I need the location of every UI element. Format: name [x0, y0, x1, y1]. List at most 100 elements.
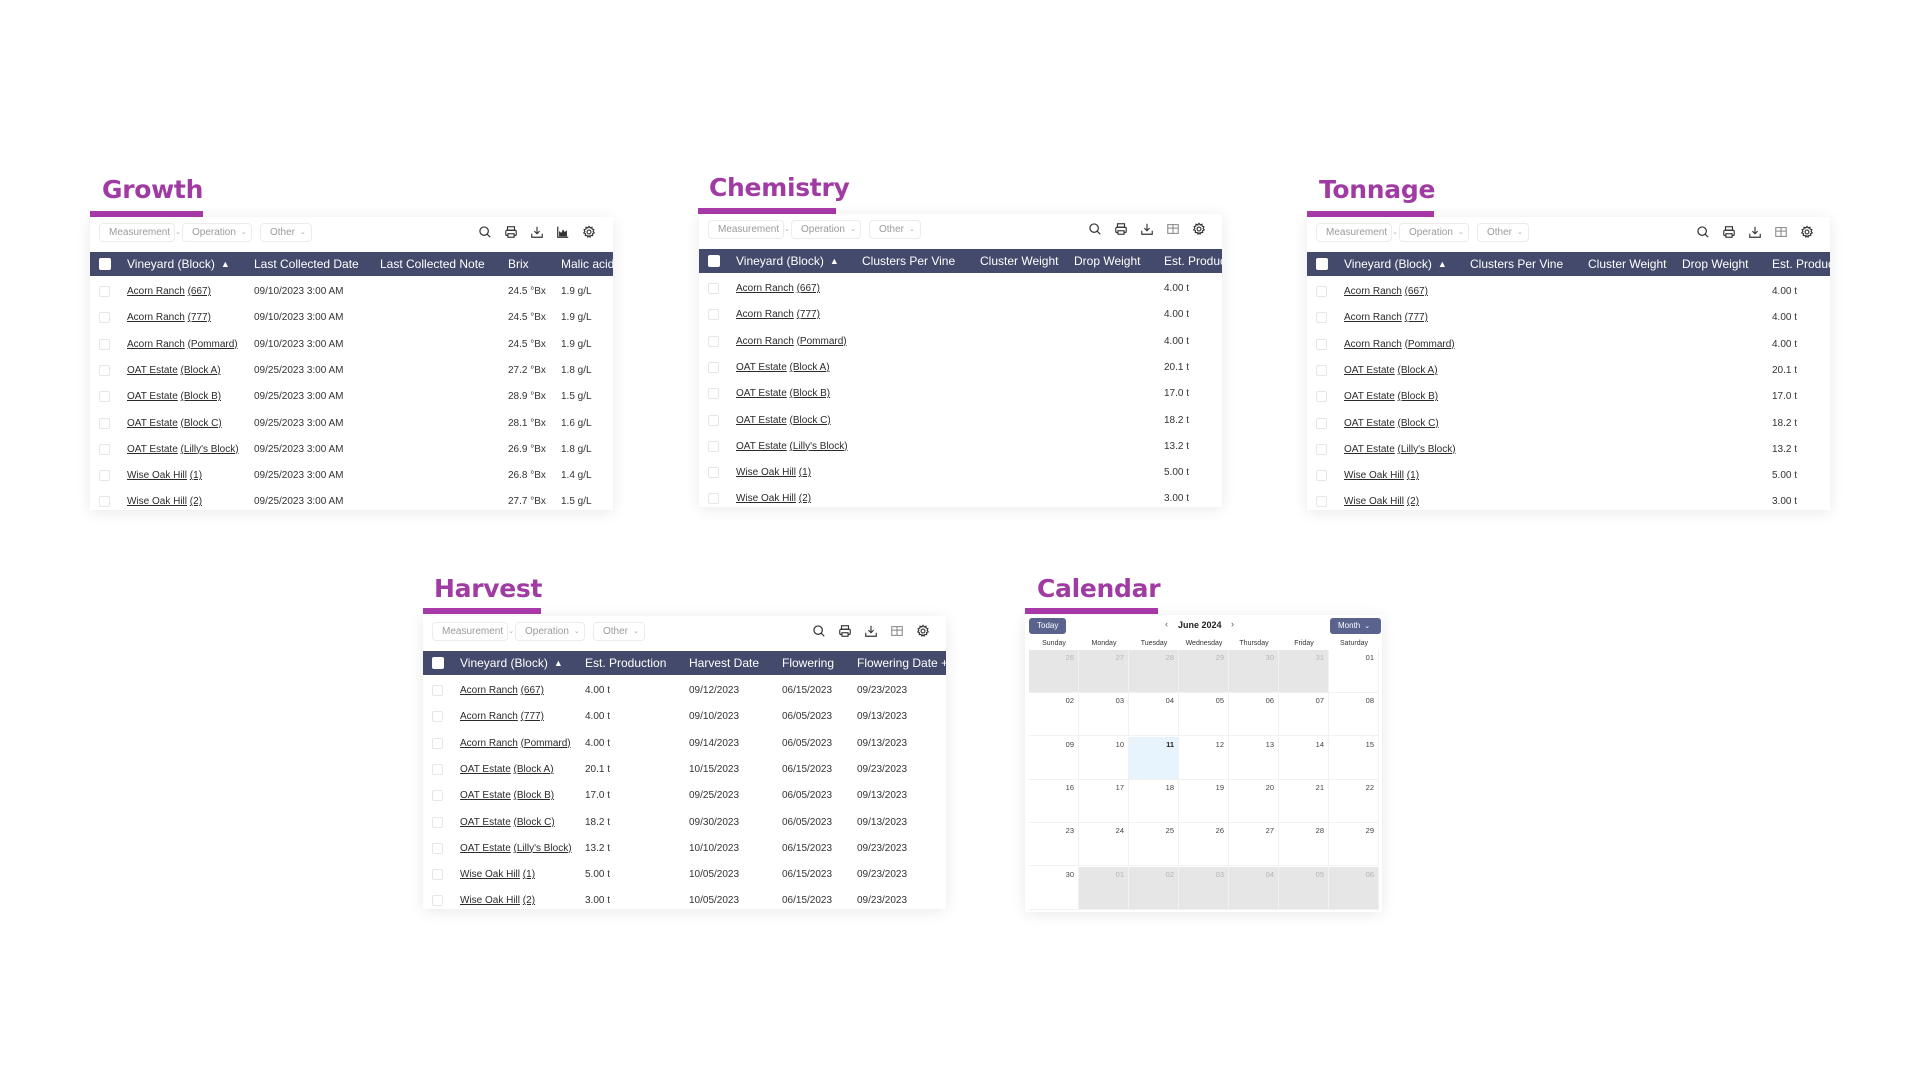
columns-icon[interactable]	[889, 623, 904, 638]
calendar-day-cell[interactable]: 02	[1129, 866, 1179, 910]
row-checkbox[interactable]	[1316, 417, 1327, 429]
row-checkbox[interactable]	[1316, 364, 1327, 376]
row-checkbox[interactable]	[99, 338, 110, 350]
vineyard-link[interactable]: Acorn Ranch	[460, 685, 518, 696]
calendar-day-cell[interactable]: 30	[1029, 866, 1079, 910]
view-mode-dropdown[interactable]: Month ⌄	[1330, 618, 1381, 634]
row-checkbox[interactable]	[99, 417, 110, 429]
calendar-day-cell[interactable]: 03	[1179, 866, 1229, 910]
block-link[interactable]: (1)	[190, 470, 202, 481]
vineyard-link[interactable]: Acorn Ranch	[736, 309, 794, 320]
search-icon[interactable]	[1087, 221, 1102, 236]
column-header-clusters-per-vine[interactable]: Clusters Per Vine	[862, 254, 955, 268]
today-button[interactable]: Today	[1029, 618, 1067, 634]
calendar-day-cell[interactable]: 06	[1329, 866, 1379, 910]
column-header-vineyard-block[interactable]: Vineyard (Block) ▲	[736, 254, 839, 268]
block-link[interactable]: (Lilly's Block)	[181, 444, 239, 455]
gear-icon[interactable]	[1191, 221, 1206, 236]
filter-operation-dropdown[interactable]: Operation ⌄	[791, 220, 861, 239]
vineyard-link[interactable]: OAT Estate	[460, 843, 511, 854]
vineyard-link[interactable]: OAT Estate	[127, 418, 178, 429]
search-icon[interactable]	[811, 623, 826, 638]
row-checkbox[interactable]	[432, 842, 443, 854]
block-link[interactable]: (Lilly's Block)	[1398, 444, 1456, 455]
block-link[interactable]: (667)	[188, 286, 211, 297]
gear-icon[interactable]	[915, 623, 930, 638]
column-header-flowering-date[interactable]: Flowering Date +	[857, 656, 946, 670]
calendar-day-cell[interactable]: 19	[1179, 779, 1229, 823]
block-link[interactable]: (Block A)	[790, 362, 830, 373]
calendar-day-cell[interactable]: 20	[1229, 779, 1279, 823]
vineyard-link[interactable]: OAT Estate	[1344, 365, 1395, 376]
vineyard-link[interactable]: Acorn Ranch	[1344, 339, 1402, 350]
column-header-est-production[interactable]: Est. Production	[585, 656, 666, 670]
row-checkbox[interactable]	[99, 391, 110, 403]
block-link[interactable]: (Pommard)	[521, 738, 571, 749]
calendar-day-cell[interactable]: 28	[1279, 823, 1329, 867]
row-checkbox[interactable]	[708, 440, 719, 452]
select-all-checkbox[interactable]	[1316, 258, 1328, 270]
calendar-day-cell[interactable]: 30	[1229, 650, 1279, 693]
gear-icon[interactable]	[581, 224, 596, 239]
calendar-day-cell[interactable]: 27	[1229, 823, 1279, 867]
column-header-malic-acid[interactable]: Malic acid	[561, 257, 613, 271]
filter-other-dropdown[interactable]: Other ⌄	[593, 622, 645, 641]
column-header-cluster-weight[interactable]: Cluster Weight	[1588, 257, 1666, 271]
calendar-day-cell[interactable]: 01	[1079, 866, 1129, 910]
vineyard-link[interactable]: Acorn Ranch	[736, 283, 794, 294]
block-link[interactable]: (Block B)	[790, 388, 831, 399]
vineyard-link[interactable]: Wise Oak Hill	[127, 496, 187, 507]
calendar-day-cell[interactable]: 10	[1079, 736, 1129, 780]
calendar-day-cell[interactable]: 06	[1229, 693, 1279, 737]
filter-measurement-dropdown[interactable]: Measurement ⌄	[708, 220, 790, 239]
calendar-day-cell[interactable]: 18	[1129, 779, 1179, 823]
row-checkbox[interactable]	[432, 737, 443, 749]
block-link[interactable]: (2)	[799, 493, 811, 504]
calendar-day-cell[interactable]: 05	[1179, 693, 1229, 737]
gear-icon[interactable]	[1799, 224, 1814, 239]
block-link[interactable]: (Block C)	[790, 415, 831, 426]
row-checkbox[interactable]	[99, 312, 110, 324]
chart-icon[interactable]	[555, 224, 570, 239]
row-checkbox[interactable]	[1316, 391, 1327, 403]
column-header-last-collected-date[interactable]: Last Collected Date	[254, 257, 359, 271]
block-link[interactable]: (Lilly's Block)	[514, 843, 572, 854]
filter-operation-dropdown[interactable]: Operation ⌄	[515, 622, 585, 641]
download-icon[interactable]	[529, 224, 544, 239]
column-header-est-production[interactable]: Est. Production	[1772, 257, 1830, 271]
block-link[interactable]: (667)	[521, 685, 544, 696]
vineyard-link[interactable]: Wise Oak Hill	[460, 869, 520, 880]
vineyard-link[interactable]: Wise Oak Hill	[460, 895, 520, 906]
vineyard-link[interactable]: Acorn Ranch	[1344, 312, 1402, 323]
row-checkbox[interactable]	[708, 335, 719, 347]
column-header-cluster-weight[interactable]: Cluster Weight	[980, 254, 1058, 268]
column-header-harvest-date[interactable]: Harvest Date	[689, 656, 759, 670]
row-checkbox[interactable]	[99, 470, 110, 482]
row-checkbox[interactable]	[432, 685, 443, 696]
filter-other-dropdown[interactable]: Other ⌄	[869, 220, 921, 239]
filter-measurement-dropdown[interactable]: Measurement ⌄	[1316, 223, 1398, 242]
calendar-day-cell[interactable]: 07	[1279, 693, 1329, 737]
block-link[interactable]: (667)	[797, 283, 820, 294]
vineyard-link[interactable]: Wise Oak Hill	[736, 493, 796, 504]
filter-measurement-dropdown[interactable]: Measurement ⌄	[99, 223, 181, 242]
block-link[interactable]: (2)	[1407, 496, 1419, 507]
print-icon[interactable]	[1113, 221, 1128, 236]
column-header-flowering[interactable]: Flowering	[782, 656, 834, 670]
calendar-day-cell[interactable]: 25	[1129, 823, 1179, 867]
vineyard-link[interactable]: OAT Estate	[736, 415, 787, 426]
row-checkbox[interactable]	[432, 711, 443, 723]
row-checkbox[interactable]	[1316, 338, 1327, 350]
vineyard-link[interactable]: OAT Estate	[1344, 391, 1395, 402]
column-header-last-collected-note[interactable]: Last Collected Note	[380, 257, 485, 271]
block-link[interactable]: (2)	[523, 895, 535, 906]
block-link[interactable]: (Pommard)	[188, 339, 238, 350]
vineyard-link[interactable]: Acorn Ranch	[460, 711, 518, 722]
block-link[interactable]: (Block A)	[181, 365, 221, 376]
block-link[interactable]: (Block A)	[1398, 365, 1438, 376]
block-link[interactable]: (Lilly's Block)	[790, 441, 848, 452]
vineyard-link[interactable]: OAT Estate	[1344, 418, 1395, 429]
row-checkbox[interactable]	[432, 816, 443, 828]
search-icon[interactable]	[477, 224, 492, 239]
calendar-day-cell[interactable]: 29	[1329, 823, 1379, 867]
